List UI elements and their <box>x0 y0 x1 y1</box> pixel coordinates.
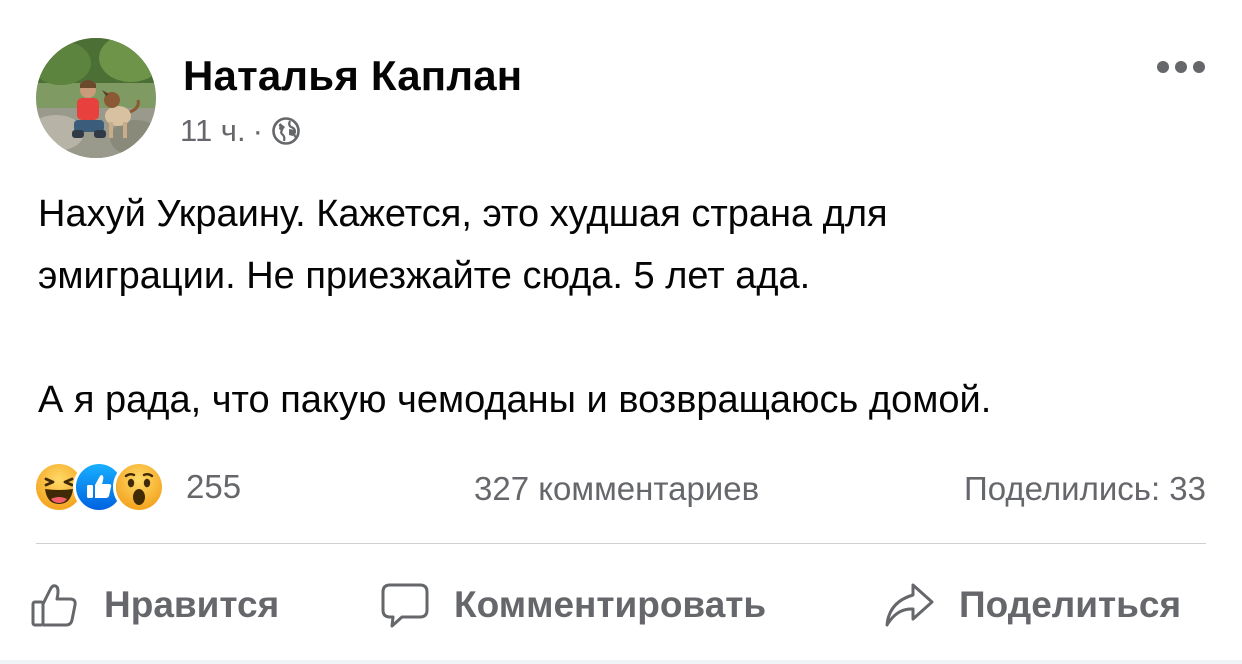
post-bottom-border <box>0 660 1242 664</box>
comment-button[interactable]: Комментировать <box>380 570 766 640</box>
share-arrow-icon <box>883 580 935 630</box>
comment-button-label: Комментировать <box>454 584 767 625</box>
post-stats: 255 327 комментариев Поделились: 33 <box>36 462 1206 512</box>
like-button[interactable]: Нравится <box>30 570 279 640</box>
comments-count-link[interactable]: 327 комментариев <box>474 470 759 508</box>
globe-icon <box>271 116 301 146</box>
action-bar: Нравится Комментировать Поделиться <box>30 570 1210 640</box>
reactions-count: 255 <box>186 468 242 505</box>
comment-bubble-icon <box>380 580 430 630</box>
wow-icon <box>116 464 162 510</box>
post-text: Нахуй Украину. Кажется, это худшая стран… <box>38 183 1218 431</box>
post-line: эмиграции. Не приезжайте сюда. 5 лет ада… <box>38 255 811 297</box>
share-button-label: Поделиться <box>959 584 1182 625</box>
author-avatar[interactable] <box>36 38 156 158</box>
facebook-post: Наталья Каплан 11 ч. · Нахуй Украину. Ка… <box>0 0 1242 664</box>
more-dot-icon <box>1157 61 1169 73</box>
post-line: Нахуй Украину. Кажется, это худшая стран… <box>38 193 888 235</box>
more-dot-icon <box>1193 61 1205 73</box>
post-timestamp[interactable]: 11 ч. <box>180 113 246 149</box>
avatar-photo <box>36 38 156 158</box>
post-meta: 11 ч. · <box>180 113 301 149</box>
more-options-button[interactable] <box>1150 52 1212 82</box>
reactions-summary[interactable]: 255 <box>36 462 241 512</box>
shares-count-link[interactable]: Поделились: 33 <box>964 470 1206 508</box>
action-bar-divider <box>36 543 1206 544</box>
post-line: А я рада, что пакую чемоданы и возвращаю… <box>38 379 992 421</box>
more-dot-icon <box>1175 61 1187 73</box>
thumbs-up-icon <box>30 580 80 630</box>
share-button[interactable]: Поделиться <box>883 570 1181 640</box>
author-name[interactable]: Наталья Каплан <box>183 52 522 100</box>
meta-separator: · <box>252 113 263 148</box>
like-button-label: Нравится <box>104 584 280 625</box>
